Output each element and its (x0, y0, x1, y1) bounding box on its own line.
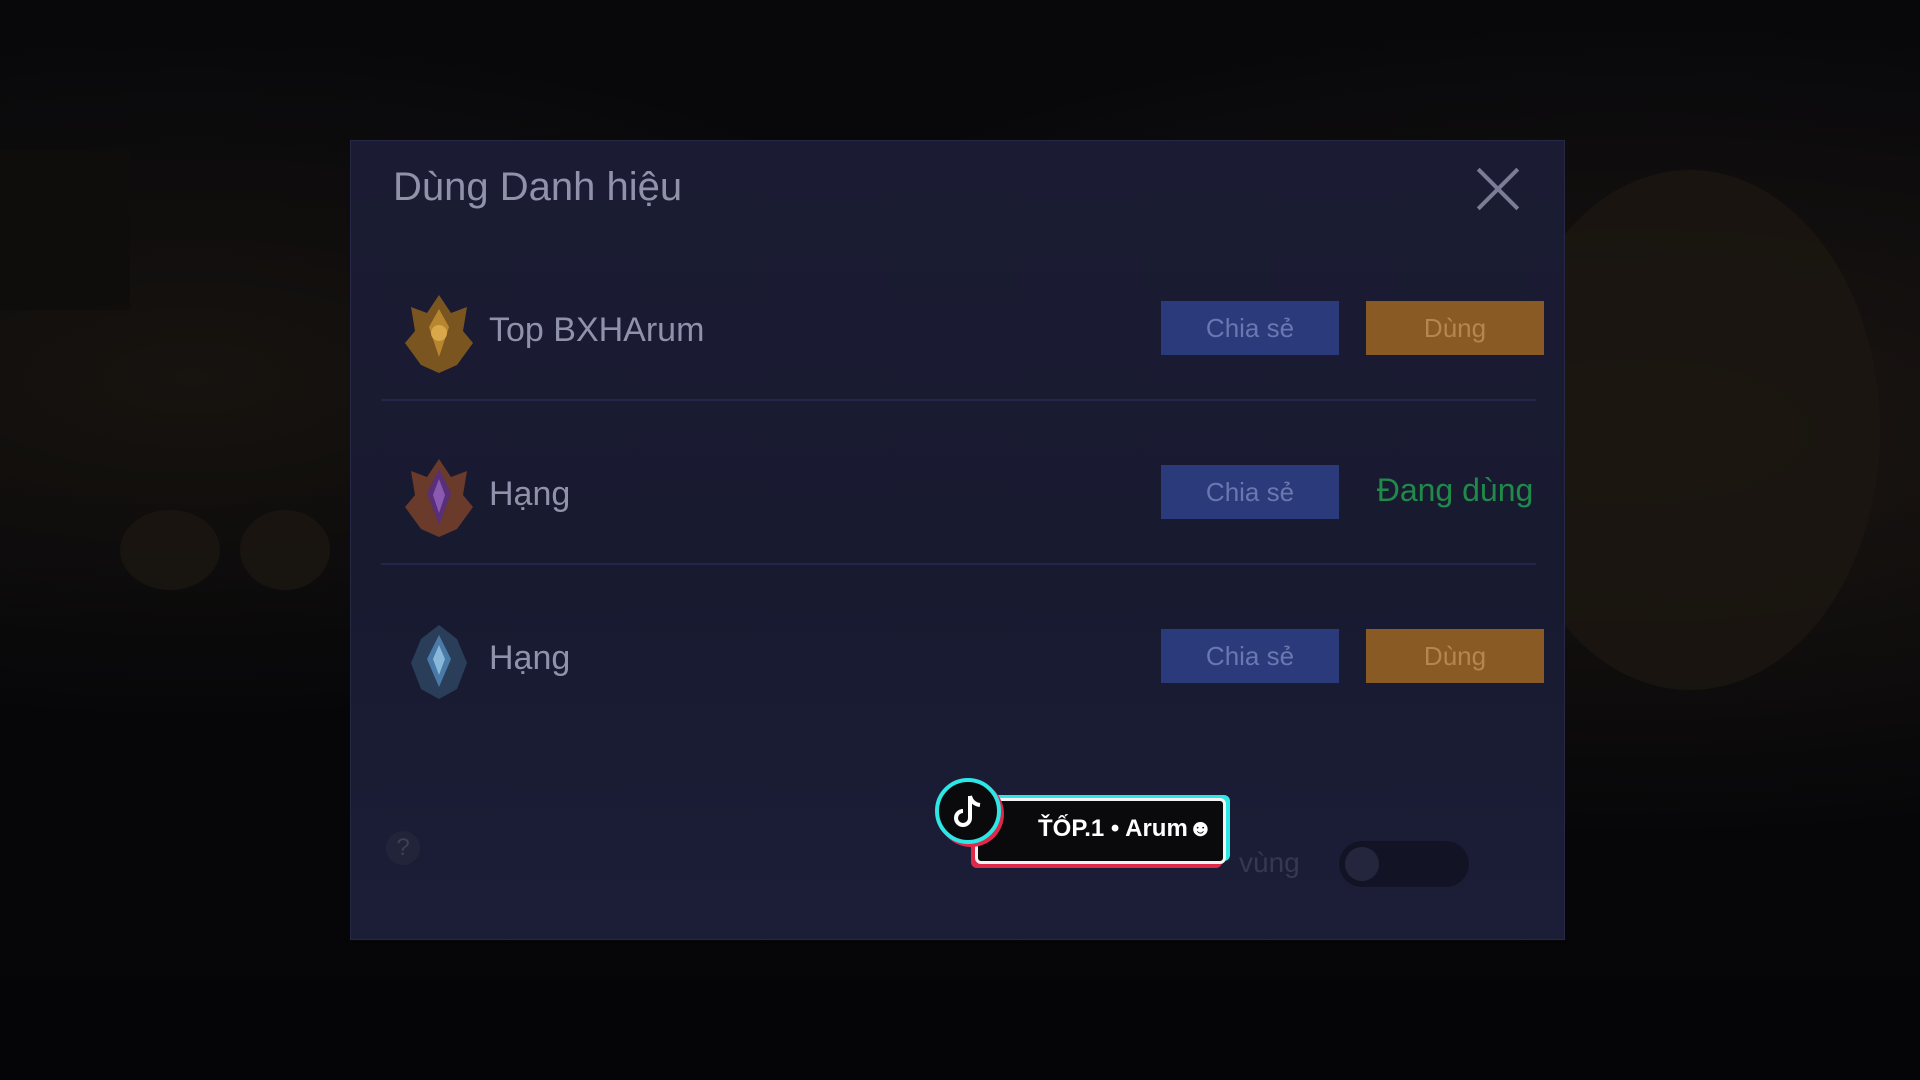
tiktok-watermark: ŤỐP.1 • Arum☻ (935, 778, 1235, 878)
title-row: Hạng Chia sẻ Đang dùng (381, 415, 1536, 565)
row-divider (381, 399, 1536, 401)
row-divider (381, 563, 1536, 565)
close-icon[interactable] (1472, 163, 1524, 215)
blue-rank-emblem-icon (411, 625, 467, 699)
tiktok-logo-icon (935, 778, 1001, 844)
toggle-knob (1345, 847, 1379, 881)
help-icon[interactable]: ? (386, 831, 420, 865)
title-name: Hạng (489, 475, 571, 513)
background-emblem (240, 510, 330, 590)
title-name: Hạng (489, 639, 571, 677)
use-button[interactable]: Dùng (1366, 629, 1544, 683)
share-button[interactable]: Chia sẻ (1161, 629, 1339, 683)
title-row: Hạng Chia sẻ Dùng (381, 579, 1544, 729)
purple-rank-emblem-icon (405, 459, 473, 537)
region-toggle[interactable] (1339, 841, 1469, 887)
gold-rank-emblem-icon (405, 295, 473, 373)
use-button[interactable]: Dùng (1366, 301, 1544, 355)
in-use-status: Đang dùng (1376, 472, 1534, 508)
region-label: vùng (1239, 847, 1300, 878)
background-emblem (120, 510, 220, 590)
share-button[interactable]: Chia sẻ (1161, 301, 1339, 355)
share-button[interactable]: Chia sẻ (1161, 465, 1339, 519)
background-portrait (0, 150, 130, 310)
title-row: Top BXHArum Chia sẻ Dùng (381, 251, 1544, 401)
watermark-tag: ŤỐP.1 • Arum☻ (975, 798, 1226, 864)
title-name: Top BXHArum (489, 311, 705, 349)
watermark-text: ŤỐP.1 • Arum☻ (1038, 815, 1214, 842)
dialog-title: Dùng Danh hiệu (393, 165, 683, 209)
